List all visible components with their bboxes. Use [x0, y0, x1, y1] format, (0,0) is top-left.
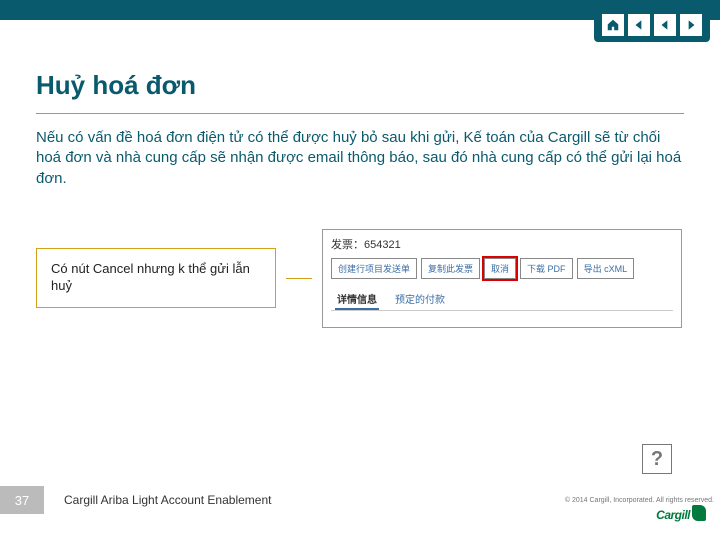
tab-scheduled[interactable]: 预定的付款	[393, 289, 447, 310]
copyright: © 2014 Cargill, Incorporated. All rights…	[565, 497, 714, 504]
prev-icon[interactable]	[628, 14, 650, 36]
ui-button[interactable]: 下载 PDF	[520, 258, 573, 279]
button-row: 创建行项目发送单 复制此发票 取消 下载 PDF 导出 cXML	[331, 258, 673, 279]
tab-row: 详情信息 预定的付款	[331, 289, 673, 311]
body-text: Nếu có vấn đề hoá đơn điện tử có thể đượ…	[36, 128, 684, 189]
connector-line	[286, 278, 312, 279]
ui-button[interactable]: 创建行项目发送单	[331, 258, 417, 279]
ui-button[interactable]: 复制此发票	[421, 258, 480, 279]
logo-leaf-icon	[692, 505, 706, 521]
page-number: 37	[0, 486, 44, 514]
divider	[36, 113, 684, 114]
embedded-screenshot: 发票：654321 创建行项目发送单 复制此发票 取消 下载 PDF 导出 cX…	[322, 229, 682, 328]
callout-row: Có nút Cancel nhưng k thể gửi lẫn huỷ 发票…	[36, 229, 684, 328]
invoice-label: 发票：654321	[331, 236, 673, 252]
back-icon[interactable]	[654, 14, 676, 36]
footer-title: Cargill Ariba Light Account Enablement	[64, 493, 565, 507]
footer: 37 Cargill Ariba Light Account Enablemen…	[0, 486, 720, 514]
page-title: Huỷ hoá đơn	[36, 70, 684, 101]
next-icon[interactable]	[680, 14, 702, 36]
nav-group	[594, 8, 710, 42]
help-icon[interactable]: ?	[642, 444, 672, 474]
cancel-button[interactable]: 取消	[484, 258, 516, 279]
slide-content: Huỷ hoá đơn Nếu có vấn đề hoá đơn điện t…	[0, 20, 720, 328]
ui-button[interactable]: 导出 cXML	[577, 258, 635, 279]
home-icon[interactable]	[602, 14, 624, 36]
tab-details[interactable]: 详情信息	[335, 289, 379, 310]
callout-box: Có nút Cancel nhưng k thể gửi lẫn huỷ	[36, 248, 276, 308]
cargill-logo: Cargill	[656, 508, 706, 522]
logo-text: Cargill	[656, 508, 690, 522]
